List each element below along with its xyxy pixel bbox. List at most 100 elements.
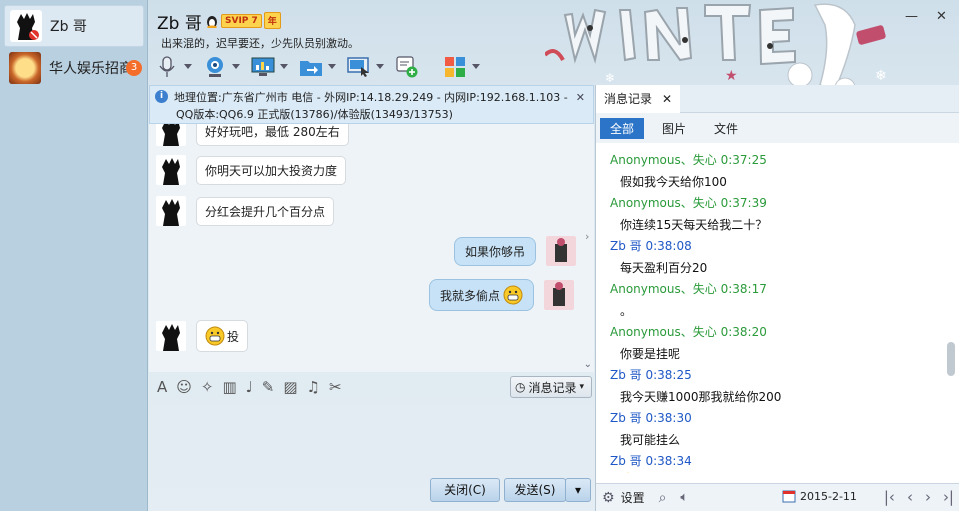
- winter-banner-graphic: ★ ❄ ❄: [543, 3, 887, 99]
- send-options-button[interactable]: ▾: [565, 478, 591, 502]
- screen-icon: [347, 57, 369, 77]
- microphone-icon: [159, 56, 175, 77]
- vip-year: 年: [263, 12, 281, 29]
- minimize-button[interactable]: —: [905, 9, 918, 24]
- history-entry-text: 我可能挂么: [620, 433, 681, 447]
- edit-image-icon[interactable]: ✎: [262, 378, 275, 396]
- date-picker[interactable]: 2015-2-11: [782, 489, 857, 503]
- scrollbar-thumb[interactable]: [947, 342, 955, 376]
- chat-toolbar: [154, 55, 490, 79]
- settings-label[interactable]: 设置: [621, 489, 645, 506]
- message-item: 如果你够吊: [454, 236, 577, 266]
- contact-item-zb[interactable]: Zb 哥: [4, 5, 144, 47]
- history-entry-header: Zb 哥 0:38:34: [610, 454, 692, 468]
- close-window-button[interactable]: ✕: [936, 9, 947, 24]
- video-call-button[interactable]: [202, 55, 240, 79]
- message-text: 投: [227, 329, 240, 344]
- history-entry-text: [596, 472, 946, 473]
- tab-message-history[interactable]: 消息记录 ✕: [596, 85, 681, 113]
- first-page-icon[interactable]: |‹: [884, 488, 895, 506]
- apps-button[interactable]: [442, 55, 480, 79]
- image-icon[interactable]: ▨: [283, 378, 297, 396]
- emoji-icon: [626, 472, 630, 473]
- contact-name: 华人娱乐招商: [49, 61, 129, 77]
- tab-close-button[interactable]: ✕: [662, 85, 672, 113]
- history-filters: 全部 图片 文件: [596, 113, 959, 143]
- font-icon[interactable]: A: [157, 378, 167, 396]
- filter-images[interactable]: 图片: [652, 118, 696, 139]
- send-file-button[interactable]: [298, 55, 336, 79]
- screen-share-button[interactable]: [346, 55, 384, 79]
- close-button[interactable]: 关闭(C): [430, 478, 500, 502]
- next-page-icon[interactable]: ›: [925, 488, 931, 506]
- grin-emoji-icon: [205, 326, 225, 346]
- emoji-icon[interactable]: ☺: [176, 378, 192, 396]
- my-avatar: [546, 236, 577, 266]
- signature: 出来混的，迟早要还，少先队员别激动。: [161, 37, 359, 50]
- add-chat-icon: [396, 56, 418, 78]
- message-input[interactable]: [149, 402, 594, 475]
- remote-desktop-button[interactable]: [250, 55, 288, 79]
- grin-emoji-icon: [503, 285, 523, 305]
- sender-avatar: [156, 196, 186, 226]
- calendar-icon: [782, 490, 796, 503]
- search-icon[interactable]: ⌕: [659, 490, 667, 506]
- avatar: [10, 10, 42, 42]
- message-bubble: 好好玩吧，最低 280左右: [196, 124, 349, 146]
- shake-icon[interactable]: ✧: [201, 378, 214, 396]
- history-entry-header: Anonymous、失心 0:37:39: [610, 196, 767, 210]
- contact-info-bar: i 地理位置:广东省广州市 电信 - 外网IP:14.18.29.249 - 内…: [149, 85, 594, 124]
- message-item: 分红会提升几个百分点: [156, 196, 335, 226]
- voice-call-button[interactable]: [154, 55, 192, 79]
- history-entry-header: Anonymous、失心 0:38:17: [610, 282, 767, 296]
- sender-avatar: [156, 124, 186, 146]
- history-log: Anonymous、失心 0:37:25 假如我今天给你100 Anonymou…: [596, 150, 946, 473]
- history-entry-header: Anonymous、失心 0:37:25: [610, 153, 767, 167]
- sender-avatar: [156, 321, 186, 351]
- vip-badge[interactable]: SVIP 7 年: [205, 12, 281, 29]
- date-value: 2015-2-11: [800, 489, 857, 503]
- send-button[interactable]: 发送(S): [504, 478, 566, 502]
- history-tab-bar: 消息记录 ✕: [596, 85, 959, 113]
- history-navigation: |‹ ‹ › ›|: [884, 488, 954, 506]
- history-entry-text: 假如我今天给你100: [620, 175, 727, 189]
- message-bubble: 分红会提升几个百分点: [196, 196, 335, 226]
- screenshot-scissors-icon[interactable]: ✂: [329, 378, 342, 396]
- message-item: 我就多偷点: [429, 279, 575, 311]
- chevron-down-icon: ▾: [579, 382, 585, 392]
- message-bubble: 你明天可以加大投资力度: [196, 155, 347, 185]
- history-footer: ⚙ 设置 ⌕ 🔈︎ 2015-2-11 |‹ ‹ › ›|: [596, 483, 959, 511]
- last-page-icon[interactable]: ›|: [943, 488, 954, 506]
- gear-icon[interactable]: ⚙: [602, 490, 615, 506]
- message-text: 我就多偷点: [440, 288, 501, 303]
- apps-grid-icon: [445, 57, 465, 77]
- filter-files[interactable]: 文件: [704, 118, 748, 139]
- history-entry-text: 。: [620, 304, 633, 318]
- voice-message-icon[interactable]: ♩: [246, 378, 253, 396]
- filter-all[interactable]: 全部: [600, 117, 645, 139]
- message-history-button[interactable]: ◷ 消息记录 ▾: [510, 376, 592, 398]
- message-item: 投: [156, 320, 249, 352]
- scroll-down-icon[interactable]: ⌄: [584, 359, 592, 370]
- history-entry-text: 我今天赚1000那我就给你200: [620, 390, 782, 404]
- contact-item-huaren[interactable]: 华人娱乐招商 3: [4, 47, 144, 89]
- expand-panel-icon[interactable]: ›: [585, 230, 589, 243]
- history-label: 消息记录: [528, 380, 577, 395]
- history-entry-text: 每天盈利百分20: [620, 261, 708, 275]
- music-icon[interactable]: ♫: [307, 378, 320, 396]
- avatar: [9, 52, 41, 84]
- conversation-list: Zb 哥 华人娱乐招商 3: [0, 0, 148, 511]
- create-group-button[interactable]: [394, 55, 420, 79]
- vip-level: SVIP 7: [221, 13, 262, 28]
- svg-text:★: ★: [725, 68, 738, 84]
- speaker-icon[interactable]: 🔈︎: [680, 490, 688, 505]
- history-scrollbar[interactable]: [947, 145, 955, 470]
- monitor-icon: [251, 57, 275, 76]
- prev-page-icon[interactable]: ‹: [907, 488, 913, 506]
- chat-title: Zb 哥: [157, 14, 202, 34]
- close-info-button[interactable]: ✕: [576, 89, 585, 106]
- video-clip-icon[interactable]: ▥: [222, 378, 236, 396]
- my-avatar: [544, 280, 575, 310]
- history-entry-header: Zb 哥 0:38:30: [610, 411, 692, 425]
- message-item: 你明天可以加大投资力度: [156, 155, 347, 185]
